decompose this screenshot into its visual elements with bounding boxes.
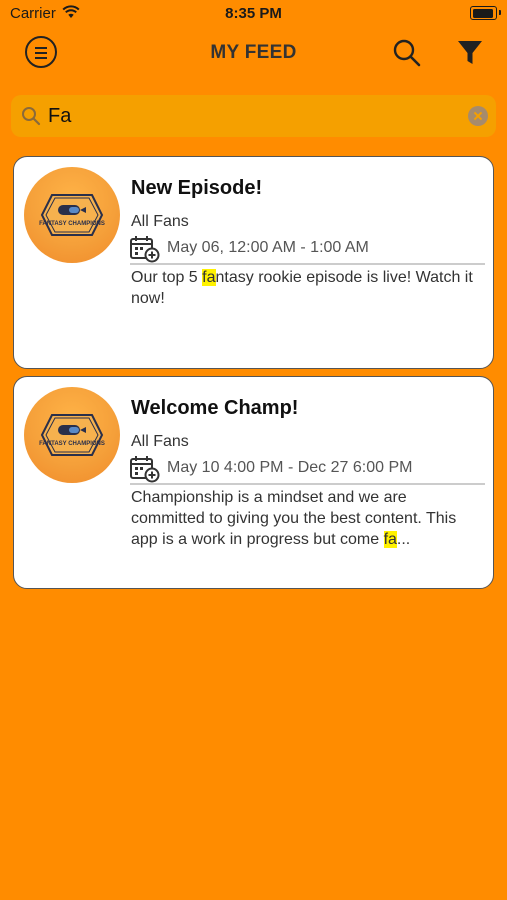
card-description: Our top 5 fantasy rookie episode is live…	[131, 267, 483, 309]
svg-text:FANTASY CHAMPIONS: FANTASY CHAMPIONS	[39, 221, 105, 227]
status-bar: Carrier 8:35 PM	[0, 0, 507, 30]
clear-search-button[interactable]	[468, 106, 488, 126]
card-description: Championship is a mindset and we are com…	[131, 487, 483, 550]
card-audience: All Fans	[131, 213, 189, 230]
search-highlight: fa	[202, 269, 216, 286]
divider	[130, 263, 485, 265]
page-title: MY FEED	[210, 42, 297, 63]
card-title: Welcome Champ!	[131, 397, 299, 419]
search-button[interactable]	[392, 38, 422, 68]
search-icon	[393, 39, 421, 67]
status-time: 8:35 PM	[225, 5, 282, 22]
search-input[interactable]	[48, 99, 468, 133]
filter-button[interactable]	[457, 40, 483, 66]
card-audience: All Fans	[131, 433, 189, 450]
desc-text: Our top 5	[131, 269, 203, 286]
card-title: New Episode!	[131, 177, 263, 199]
battery-icon	[470, 6, 501, 20]
search-icon	[22, 107, 41, 126]
fantasy-champions-logo: FANTASY CHAMPIONS	[24, 387, 120, 483]
card-date-range: May 06, 12:00 AM - 1:00 AM	[167, 239, 369, 256]
card-date-range: May 10 4:00 PM - Dec 27 6:00 PM	[167, 459, 413, 476]
search-bar	[11, 95, 496, 137]
desc-text: ...	[396, 531, 411, 548]
feed-card[interactable]: FANTASY CHAMPIONS Welcome Champ! All Fan…	[13, 376, 494, 589]
divider	[130, 483, 485, 485]
svg-text:FANTASY CHAMPIONS: FANTASY CHAMPIONS	[39, 441, 105, 447]
calendar-add-icon	[130, 236, 160, 263]
search-highlight: fa	[383, 531, 397, 548]
feed-card[interactable]: FANTASY CHAMPIONS New Episode! All Fans …	[13, 156, 494, 369]
filter-icon	[458, 41, 482, 64]
fantasy-champions-logo: FANTASY CHAMPIONS	[24, 167, 120, 263]
nav-bar: MY FEED	[0, 30, 507, 76]
calendar-add-icon	[130, 456, 160, 483]
